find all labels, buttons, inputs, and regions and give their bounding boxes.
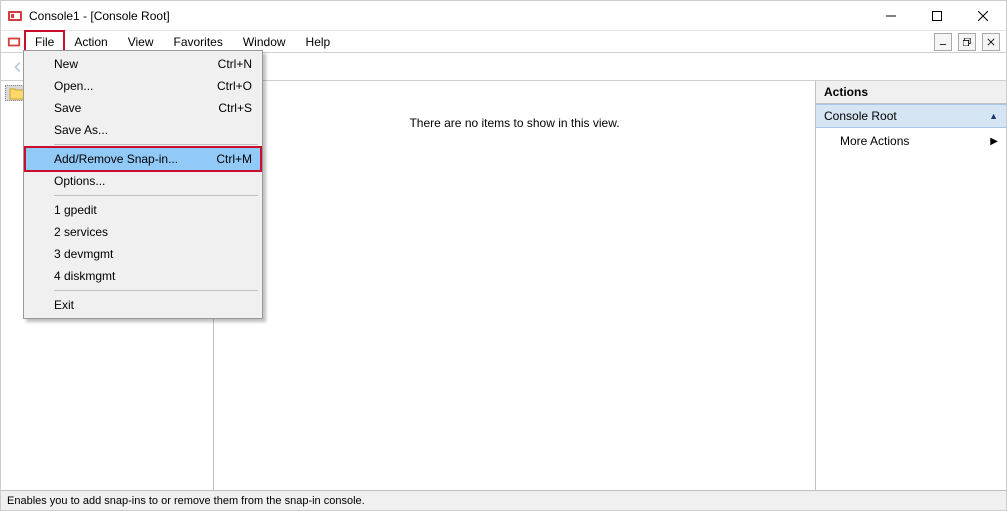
mdi-restore-button[interactable] [958,33,976,51]
actions-group-label: Console Root [824,109,897,123]
menu-file[interactable]: File [25,31,64,52]
file-menu-recent-1-label: 1 gpedit [54,203,97,217]
file-menu-save-shortcut: Ctrl+S [218,101,252,115]
status-text: Enables you to add snap-ins to or remove… [7,495,365,507]
file-menu-recent-3-label: 3 devmgmt [54,247,113,261]
menu-separator [54,290,258,291]
menu-action-label: Action [74,35,107,49]
file-menu-recent-4[interactable]: 4 diskmgmt [26,265,260,287]
menu-file-label: File [35,35,54,49]
menu-favorites[interactable]: Favorites [164,31,233,52]
file-menu-new-shortcut: Ctrl+N [218,57,252,71]
file-menu-exit-label: Exit [54,298,74,312]
collapse-icon: ▲ [989,111,998,121]
file-menu-recent-4-label: 4 diskmgmt [54,269,115,283]
close-button[interactable] [960,1,1006,31]
menu-action[interactable]: Action [64,31,117,52]
menu-favorites-label: Favorites [174,35,223,49]
file-menu-recent-2-label: 2 services [54,225,108,239]
mmc-doc-icon [5,31,23,52]
file-menu-recent-3[interactable]: 3 devmgmt [26,243,260,265]
file-menu-addremove-shortcut: Ctrl+M [216,152,252,166]
menu-window-label: Window [243,35,286,49]
menu-view-label: View [128,35,154,49]
file-menu-new[interactable]: New Ctrl+N [26,53,260,75]
minimize-button[interactable] [868,1,914,31]
file-menu-recent-2[interactable]: 2 services [26,221,260,243]
file-menu-saveas-label: Save As... [54,123,108,137]
maximize-button[interactable] [914,1,960,31]
menu-view[interactable]: View [118,31,164,52]
file-menu-save-label: Save [54,101,81,115]
file-menu-open[interactable]: Open... Ctrl+O [26,75,260,97]
file-menu-options-label: Options... [54,174,105,188]
menu-separator [54,195,258,196]
menu-separator [54,144,258,145]
menu-help-label: Help [306,35,331,49]
mmc-app-icon [7,8,23,24]
file-menu-exit[interactable]: Exit [26,294,260,316]
file-menu-new-label: New [54,57,78,71]
submenu-arrow-icon: ▶ [990,136,998,147]
actions-group-header[interactable]: Console Root ▲ [816,104,1006,128]
file-menu-save[interactable]: Save Ctrl+S [26,97,260,119]
menu-help[interactable]: Help [296,31,341,52]
menu-window[interactable]: Window [233,31,296,52]
statusbar: Enables you to add snap-ins to or remove… [1,490,1006,510]
window-controls [868,1,1006,30]
file-menu-addremove-snapin[interactable]: Add/Remove Snap-in... Ctrl+M [26,148,260,170]
actions-more-label: More Actions [840,134,909,148]
window-title: Console1 - [Console Root] [29,9,868,23]
actions-header: Actions [816,81,1006,104]
file-menu-open-shortcut: Ctrl+O [217,79,252,93]
empty-message: There are no items to show in this view. [214,81,815,130]
content-panel: There are no items to show in this view. [214,81,816,490]
titlebar: Console1 - [Console Root] [1,1,1006,31]
actions-panel: Actions Console Root ▲ More Actions ▶ [816,81,1006,490]
file-menu-recent-1[interactable]: 1 gpedit [26,199,260,221]
file-menu-options[interactable]: Options... [26,170,260,192]
actions-more-actions[interactable]: More Actions ▶ [816,128,1006,154]
mdi-close-button[interactable] [982,33,1000,51]
file-menu-saveas[interactable]: Save As... [26,119,260,141]
file-dropdown: New Ctrl+N Open... Ctrl+O Save Ctrl+S Sa… [23,50,263,319]
file-menu-open-label: Open... [54,79,93,93]
file-menu-addremove-label: Add/Remove Snap-in... [54,152,178,166]
mdi-minimize-button[interactable] [934,33,952,51]
mdi-controls [934,31,1006,52]
